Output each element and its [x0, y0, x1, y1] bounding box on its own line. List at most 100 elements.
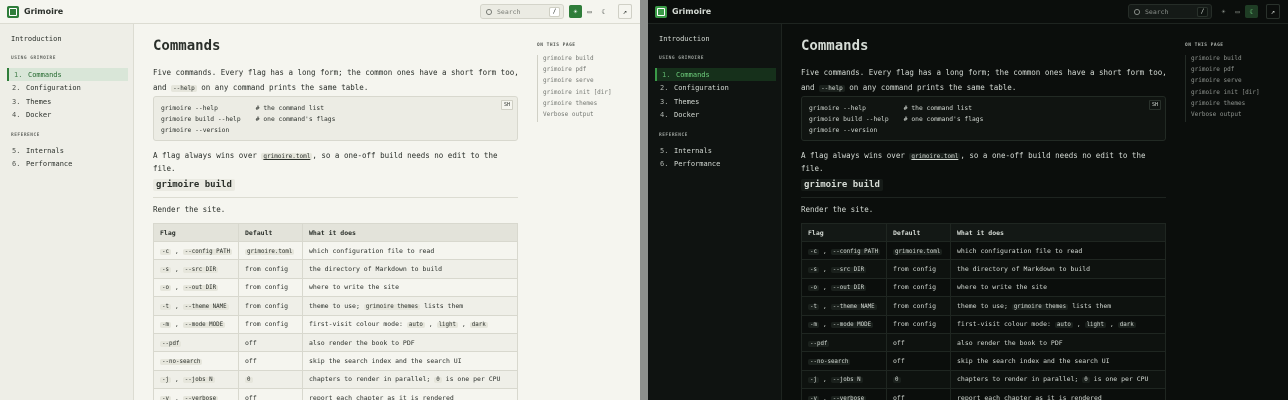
description-text: also render the book to PDF [957, 338, 1063, 347]
flags-table: Flag Default What it does -c , --config … [801, 223, 1166, 400]
mode-option: auto [1054, 322, 1073, 329]
brand-name[interactable]: Grimoire [672, 7, 711, 16]
sidebar-item-configuration[interactable]: 2. Configuration [7, 81, 128, 94]
toc-item[interactable]: grimoire pdf [1191, 66, 1280, 77]
flag-cell: -v , --verbose [801, 388, 887, 400]
mode-option: dark [469, 322, 488, 329]
intro-paragraph: Five commands. Every flag has a long for… [153, 68, 519, 92]
page-title: Commands [801, 38, 869, 54]
theme-switcher: ☀ ▭ ☾ [1217, 5, 1258, 18]
sidebar-item-performance[interactable]: 6. Performance [655, 157, 776, 170]
toc-item[interactable]: grimoire pdf [543, 66, 632, 77]
sidebar: Introduction USING GRIMOIRE 1. Commands 2… [0, 24, 134, 400]
search-box[interactable]: Search / [1128, 4, 1212, 19]
description-text: is one per CPU [445, 375, 501, 384]
table-row: --no-search off skip the search index and … [153, 351, 518, 371]
sidebar-item-docker[interactable]: 4. Docker [655, 108, 776, 121]
on-this-page-toc: ON THIS PAGE grimoire build grimoire pdf… [1185, 43, 1280, 123]
flag-cell: --no-search [153, 351, 239, 371]
moon-icon[interactable]: ☾ [1245, 5, 1258, 18]
flag-long: --verbose [182, 395, 219, 400]
flag-long: --pdf [808, 340, 830, 347]
sidebar-item-introduction[interactable]: Introduction [659, 35, 710, 43]
moon-icon[interactable]: ☾ [597, 5, 610, 18]
default-cell: off [886, 351, 951, 371]
sidebar-item-commands[interactable]: 1. Commands [7, 68, 128, 81]
toc-item[interactable]: grimoire build [543, 55, 632, 66]
toc-item[interactable]: Verbose output [543, 111, 632, 122]
toc-item[interactable]: grimoire themes [1191, 100, 1280, 111]
sun-icon[interactable]: ☀ [569, 5, 582, 18]
table-row: -j , --jobs N 0 chapters to render in para… [153, 369, 518, 390]
sidebar-item-docker[interactable]: 4. Docker [7, 108, 128, 121]
description-text: the directory of Markdown to build [957, 265, 1091, 274]
config-file-link[interactable]: grimoire.toml [909, 153, 961, 160]
toc-item[interactable]: grimoire init [dir] [543, 89, 632, 100]
table-row: -j , --jobs N 0 chapters to render in para… [801, 369, 1166, 390]
flag-long: --config PATH [182, 248, 233, 255]
code-language-badge[interactable]: SH [1148, 100, 1161, 110]
flag-cell: -c , --config PATH [801, 240, 887, 261]
sidebar-item-themes[interactable]: 3. Themes [655, 95, 776, 108]
code-language-badge[interactable]: SH [500, 100, 513, 110]
description-text: report each chapter as it is rendered [309, 393, 454, 400]
search-icon [1134, 8, 1140, 15]
table-header: Flag [801, 223, 887, 242]
toc-item[interactable]: grimoire serve [1191, 77, 1280, 88]
search-box[interactable]: Search / [480, 4, 564, 19]
monitor-icon[interactable]: ▭ [1231, 5, 1244, 18]
description-cell: report each chapter as it is rendered [950, 388, 1166, 400]
toc-item[interactable]: grimoire serve [543, 77, 632, 88]
sidebar-item-commands[interactable]: 1. Commands [655, 68, 776, 81]
toc-item[interactable]: grimoire init [dir] [1191, 89, 1280, 100]
flag-cell: -s , --src DIR [153, 259, 239, 279]
sidebar-item-introduction[interactable]: Introduction [11, 35, 62, 43]
table-row: --no-search off skip the search index and … [801, 351, 1166, 371]
flag-short: -c [160, 248, 171, 255]
default-value: off [245, 393, 257, 400]
description-text: theme to use; [309, 301, 360, 310]
default-cell: from config [886, 259, 951, 279]
section-heading-build: grimoire build [801, 179, 883, 191]
config-file-link[interactable]: grimoire.toml [261, 153, 313, 160]
sun-icon[interactable]: ☀ [1217, 5, 1230, 18]
table-row: --pdf off also render the book to PDF [801, 332, 1166, 353]
external-link-icon[interactable]: ↗ [618, 4, 632, 19]
flag-long: --theme NAME [182, 303, 229, 310]
sidebar-section-title: REFERENCE [659, 133, 688, 138]
flag-cell: -o , --out DIR [153, 277, 239, 298]
code-line: grimoire --help # the command list [161, 105, 325, 112]
sidebar-item-internals[interactable]: 5. Internals [655, 144, 776, 157]
default-value: off [893, 393, 905, 400]
flag-long: --pdf [160, 340, 182, 347]
flag-cell: -m , --mode MODE [153, 314, 239, 334]
sidebar-item-internals[interactable]: 5. Internals [7, 144, 128, 157]
sidebar-section-title: USING GRIMOIRE [659, 56, 704, 61]
external-link-icon[interactable]: ↗ [1266, 4, 1280, 19]
description-cell: chapters to render in parallel; 0 is one… [950, 369, 1166, 390]
toc-item[interactable]: grimoire themes [543, 100, 632, 111]
default-value: off [893, 338, 905, 347]
toc-item[interactable]: grimoire build [1191, 55, 1280, 66]
inline-code: grimoire themes [363, 303, 421, 310]
section-description: Render the site. [153, 205, 226, 214]
flag-short: -m [808, 322, 819, 329]
flag-short: -m [160, 322, 171, 329]
flag-long: --no-search [808, 359, 851, 366]
sidebar-item-performance[interactable]: 6. Performance [7, 157, 128, 170]
default-cell: grimoire.toml [886, 240, 951, 261]
default-value: off [245, 357, 257, 366]
sidebar-item-configuration[interactable]: 2. Configuration [655, 81, 776, 94]
brand-name[interactable]: Grimoire [24, 7, 63, 16]
grimoire-logo-icon[interactable] [655, 5, 667, 18]
default-value: from config [245, 283, 289, 292]
flag-long: --mode MODE [830, 322, 874, 329]
mode-option: light [436, 322, 459, 329]
toc-item[interactable]: Verbose output [1191, 111, 1280, 122]
description-text: is one per CPU [1093, 375, 1149, 384]
sidebar-item-themes[interactable]: 3. Themes [7, 95, 128, 108]
grimoire-logo-icon[interactable] [7, 5, 19, 18]
table-header: Default [238, 223, 303, 242]
default-value: 0 [245, 377, 253, 384]
monitor-icon[interactable]: ▭ [583, 5, 596, 18]
